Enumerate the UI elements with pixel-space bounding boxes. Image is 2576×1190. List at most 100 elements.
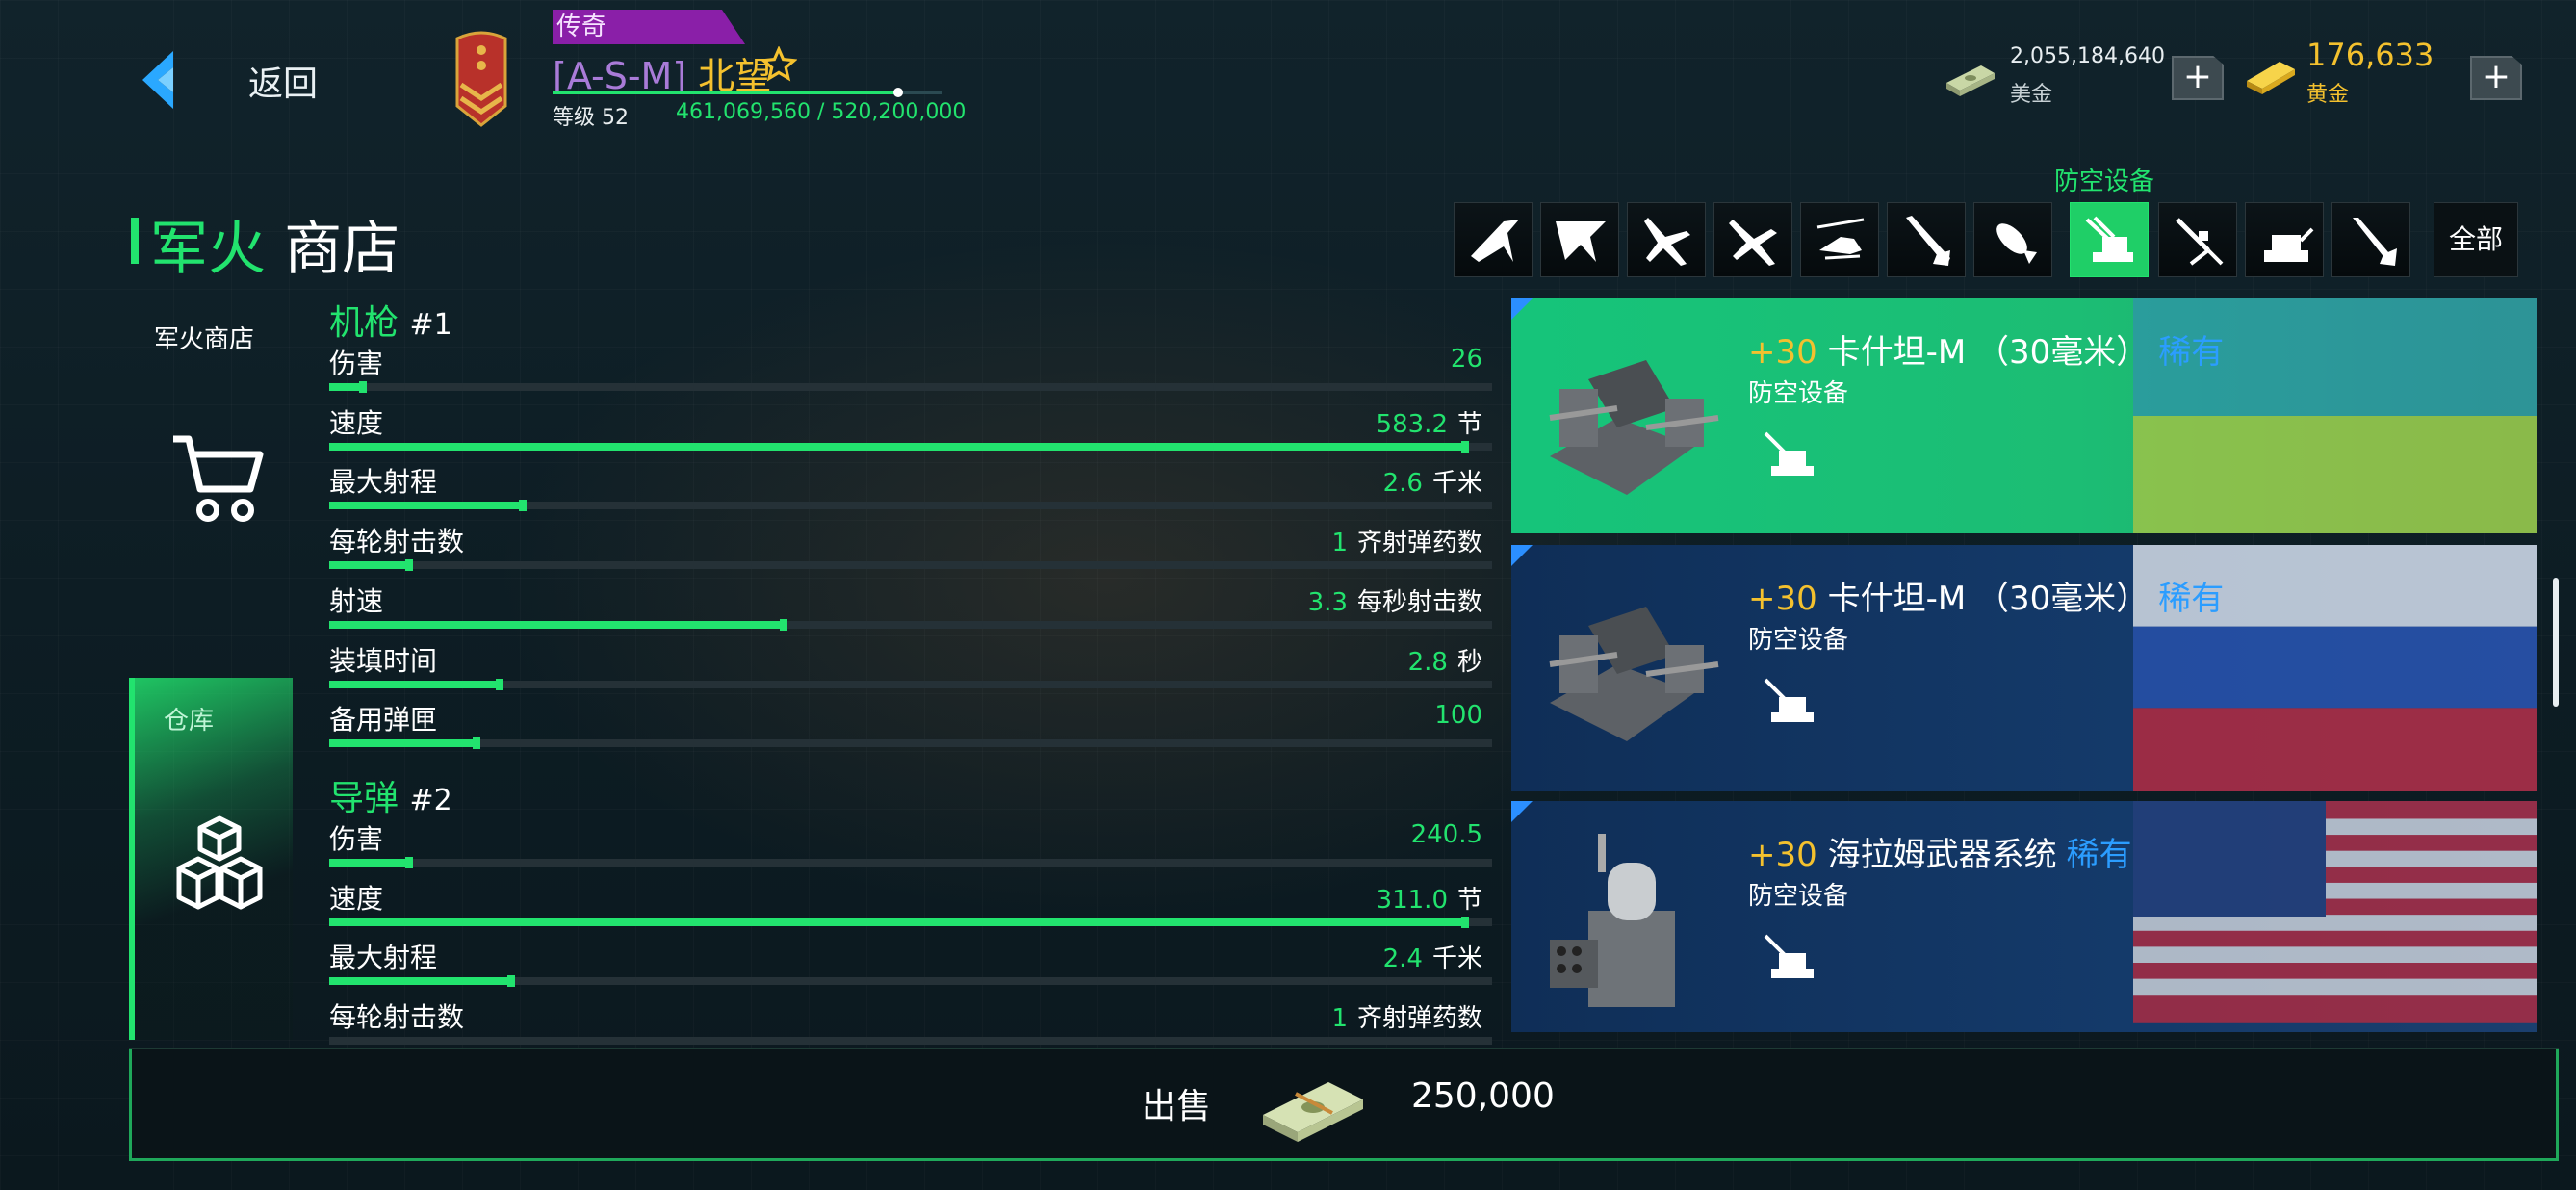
page-title-secondary: 商店 [284,216,400,283]
stat-bar-fill [329,859,409,867]
stat-label: 装填时间 [329,644,438,677]
gold-value: 176,633 [2306,37,2434,73]
rocket-launcher-icon [2176,218,2224,266]
stat-bar-fill [329,383,363,391]
item-rarity: 稀有 [2158,333,2225,372]
aa-gun-icon [1764,934,1814,978]
tab-jet-4[interactable] [1713,202,1792,277]
stat-label: 速度 [329,882,384,915]
item-rarity: 稀有 [2066,836,2132,874]
sell-price: 250,000 [1411,1076,1555,1116]
nav-storage-label[interactable]: 仓库 [164,701,214,737]
xp-value: 461,069,560 / 520,200,000 [676,100,966,124]
tab-rocket-launcher[interactable] [2158,202,2237,277]
stat-bar-track [329,859,1492,867]
stat-number: 100 [1434,701,1482,731]
sell-button-label[interactable]: 出售 [1142,1078,1211,1128]
aa-gun-icon [2085,216,2133,262]
stat-section-title: 导弹 #2 [329,770,452,820]
add-gold-button[interactable]: + [2470,56,2522,100]
money-stack-icon [1263,1082,1363,1142]
stat-value: 26 [1194,345,1482,374]
stat-unit: 千米 [1431,944,1482,974]
cash-label: 美金 [2010,83,2053,107]
tab-aa-gun[interactable] [2070,202,2149,277]
tab-missile[interactable] [1887,202,1966,277]
tab-helicopter[interactable] [1800,202,1879,277]
item-upgrade-level: +30 [1748,836,1817,874]
stat-number: 1 [1331,529,1348,558]
page-title: 军火 商店 [150,202,399,286]
stat-bar-cap [780,618,787,631]
stat-number: 240.5 [1410,820,1482,849]
stat-label: 备用弹匣 [329,704,438,737]
item-list-scrollbar[interactable] [2553,578,2559,707]
cash-value: 2,055,184,640 [2010,44,2165,68]
item-upgrade-level: +30 [1748,580,1817,618]
boxes-icon[interactable] [169,815,270,915]
nav-shop-label[interactable]: 军火商店 [154,320,254,355]
item-upgrade-level: +30 [1748,333,1817,372]
tab-jet-2[interactable] [1540,202,1619,277]
stat-bar-cap [473,737,480,750]
stat-value: 311.0 节 [1194,880,1482,916]
item-title: +30 海拉姆武器系统 稀有 [1748,828,2132,875]
stat-number: 583.2 [1376,409,1448,439]
tab-jet-3[interactable] [1627,202,1706,277]
stat-unit: 千米 [1431,469,1482,499]
item-card[interactable]: +30 海拉姆武器系统 稀有 防空设备 [1511,801,2537,1032]
stat-bar-cap [496,678,503,690]
bomb-icon [1996,223,2037,264]
stat-bar-fill [329,502,523,510]
stat-number: 2.6 [1382,469,1423,499]
tab-jet-1[interactable] [1454,202,1533,277]
player-level: 等级 52 [553,106,629,130]
stat-bar-fill [329,977,511,986]
stat-number: 2.8 [1407,647,1448,677]
active-category-label: 防空设备 [2054,168,2155,196]
back-button[interactable] [135,46,183,114]
stat-bar-fill [329,561,409,570]
xp-progress-bar [553,91,898,94]
back-label[interactable]: 返回 [248,56,318,106]
back-arrow-icon [142,51,173,109]
stat-label: 最大射程 [329,466,438,499]
stat-label: 每轮射击数 [329,526,465,558]
stat-unit: 节 [1456,885,1482,915]
helicopter-icon [1816,218,1865,260]
item-name: 卡什坦-M （30毫米） [1827,580,2150,618]
stat-label: 伤害 [329,823,384,855]
tab-torpedo[interactable] [2331,202,2410,277]
stat-value: 240.5 [1194,820,1482,849]
stat-bar-cap [1461,440,1469,453]
stat-bar-cap [359,381,367,393]
stat-bar-track [329,680,1492,688]
item-card[interactable]: +30 卡什坦-M （30毫米） 稀有 防空设备 [1511,545,2537,791]
item-name: 海拉姆武器系统 [1827,836,2057,874]
add-cash-button[interactable]: + [2172,56,2224,100]
page-title-primary: 军火 [150,216,266,283]
torpedo-icon [2353,218,2397,266]
tab-all[interactable]: 全部 [2434,202,2518,277]
stat-number: 311.0 [1376,885,1448,915]
cart-icon[interactable] [169,431,266,528]
jet-3-icon [1644,218,1690,266]
turret-icon [2264,227,2314,262]
stat-unit: 节 [1456,409,1482,439]
kashtan-turret-image [1549,607,1719,741]
ciws-turret-image [1550,834,1675,1007]
stat-bar-fill [329,680,500,688]
stat-bar-fill [329,918,1465,926]
item-title: +30 卡什坦-M （30毫米） 稀有 [1748,572,2224,619]
item-card[interactable]: +30 卡什坦-M （30毫米） 稀有 防空设备 [1511,298,2537,533]
rank-insignia-icon [455,31,507,127]
nav-storage-active-edge [129,678,135,1040]
tab-turret[interactable] [2245,202,2324,277]
item-type: 防空设备 [1748,379,1849,408]
star-icon [760,46,797,82]
stat-bar-cap [405,559,413,572]
stat-number: 1 [1331,1004,1348,1034]
tab-bomb[interactable] [1973,202,2052,277]
stat-number: 3.3 [1307,587,1348,617]
stat-number: 2.4 [1382,944,1423,974]
